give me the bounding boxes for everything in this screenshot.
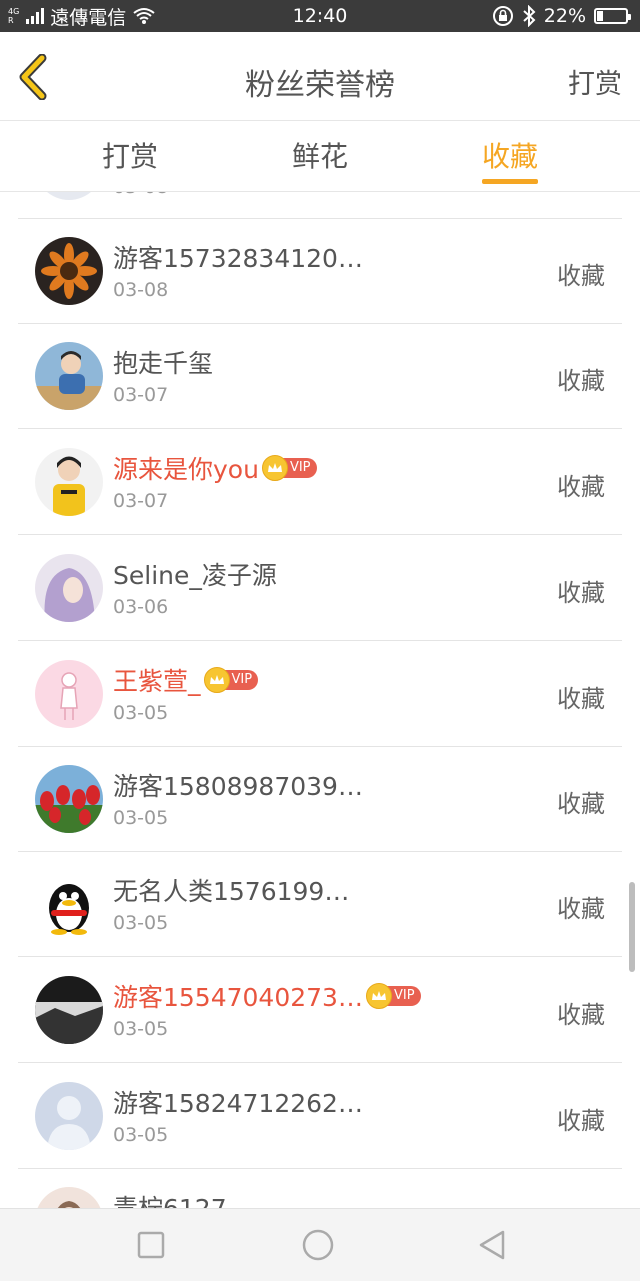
item-date: 03-05 bbox=[113, 1018, 169, 1040]
item-date: 03-06 bbox=[113, 596, 169, 618]
reward-button[interactable]: 打赏 bbox=[568, 62, 622, 101]
status-left: 4G R 遠傳電信 bbox=[8, 0, 156, 32]
item-action: 收藏 bbox=[557, 1107, 605, 1135]
item-name: 游客15547040273… VIP bbox=[113, 978, 421, 1014]
avatar bbox=[35, 1187, 103, 1208]
signal-icon bbox=[26, 8, 45, 24]
status-bar: 4G R 遠傳電信 12:40 22% bbox=[0, 0, 640, 32]
list-item[interactable]: Seline_凌子源 03-06 收藏 bbox=[18, 536, 622, 641]
back-arrow-icon[interactable] bbox=[14, 54, 54, 100]
avatar bbox=[35, 870, 103, 938]
battery-icon bbox=[594, 8, 631, 24]
item-date: 03-05 bbox=[113, 702, 169, 724]
item-name: 游客15732834120… bbox=[113, 244, 363, 273]
list-item[interactable]: 游客15808987039… 03-05 收藏 bbox=[18, 747, 622, 852]
item-name: 王紫萱_ VIP bbox=[113, 662, 259, 698]
item-name: 游客15824712262… bbox=[113, 1089, 363, 1118]
default-user-icon bbox=[35, 1082, 103, 1150]
list-item-partial-top[interactable]: 03-08 bbox=[18, 192, 622, 219]
item-action: 收藏 bbox=[557, 579, 605, 607]
recent-apps-icon[interactable] bbox=[135, 1229, 167, 1261]
battery-percent: 22% bbox=[543, 5, 586, 27]
avatar bbox=[35, 660, 103, 728]
page-title: 粉丝荣誉榜 bbox=[245, 68, 395, 103]
avatar bbox=[35, 342, 103, 410]
list-item[interactable]: 游客15547040273… VIP 03-05 收藏 bbox=[18, 958, 622, 1063]
item-name: 源来是你you VIP bbox=[113, 450, 317, 486]
roaming-label: R bbox=[8, 16, 14, 25]
rotation-lock-icon bbox=[492, 6, 513, 26]
crown-icon bbox=[203, 667, 230, 693]
item-date: 03-08 bbox=[113, 192, 168, 198]
item-date: 03-05 bbox=[113, 807, 169, 829]
home-icon[interactable] bbox=[302, 1229, 334, 1261]
tab-reward[interactable]: 打赏 bbox=[102, 135, 158, 175]
item-name: Seline_凌子源 bbox=[113, 561, 277, 590]
item-action: 收藏 bbox=[557, 790, 605, 818]
scrollbar[interactable] bbox=[629, 882, 635, 972]
top-header: 粉丝荣誉榜 打赏 bbox=[0, 32, 640, 121]
avatar bbox=[35, 554, 103, 622]
crown-icon bbox=[365, 983, 392, 1009]
avatar bbox=[35, 237, 103, 305]
bluetooth-icon bbox=[523, 5, 536, 27]
crown-icon bbox=[261, 455, 288, 481]
item-date: 03-07 bbox=[113, 384, 169, 406]
vip-badge: VIP bbox=[261, 455, 317, 481]
item-date: 03-08 bbox=[113, 279, 169, 301]
list-item[interactable]: 抱走千玺 03-07 收藏 bbox=[18, 324, 622, 429]
item-name: 无名人类1576199… bbox=[113, 877, 350, 906]
item-action: 收藏 bbox=[557, 262, 605, 290]
list-item[interactable]: 游客15732834120… 03-08 收藏 bbox=[18, 219, 622, 324]
item-action: 收藏 bbox=[557, 685, 605, 713]
avatar bbox=[35, 976, 103, 1044]
item-date: 03-05 bbox=[113, 912, 169, 934]
network-label: 4G bbox=[8, 7, 20, 16]
item-date: 03-07 bbox=[113, 490, 169, 512]
list-item[interactable]: 无名人类1576199… 03-05 收藏 bbox=[18, 852, 622, 957]
item-name: 游客15808987039… bbox=[113, 772, 363, 801]
tab-flowers[interactable]: 鲜花 bbox=[292, 135, 348, 175]
item-action: 收藏 bbox=[557, 367, 605, 395]
list-item[interactable]: 王紫萱_ VIP 03-05 收藏 bbox=[18, 642, 622, 747]
item-name: 青柠6127 bbox=[113, 1189, 227, 1208]
list-item[interactable]: 游客15824712262… 03-05 收藏 bbox=[18, 1064, 622, 1169]
tab-favorites[interactable]: 收藏 bbox=[482, 135, 538, 175]
item-action: 收藏 bbox=[557, 473, 605, 501]
tab-bar: 打赏 鲜花 收藏 bbox=[0, 121, 640, 192]
system-nav-bar bbox=[0, 1208, 640, 1281]
vip-badge: VIP bbox=[203, 667, 259, 693]
fan-list: 03-08 游客15732834120… 03-08 收藏 抱走千玺 03-07… bbox=[18, 192, 622, 1208]
list-item[interactable]: 青柠6127 bbox=[18, 1169, 622, 1208]
network-type: 4G R bbox=[8, 7, 19, 25]
avatar bbox=[35, 448, 103, 516]
avatar bbox=[35, 192, 103, 200]
wifi-icon bbox=[133, 8, 155, 24]
item-action: 收藏 bbox=[557, 1001, 605, 1029]
carrier-name: 遠傳電信 bbox=[50, 6, 127, 29]
active-tab-indicator bbox=[482, 179, 538, 184]
avatar bbox=[35, 765, 103, 833]
item-date: 03-05 bbox=[113, 1124, 169, 1146]
list-item[interactable]: 源来是你you VIP 03-07 收藏 bbox=[18, 430, 622, 535]
back-icon[interactable] bbox=[476, 1229, 508, 1261]
item-name: 抱走千玺 bbox=[113, 349, 214, 378]
vip-badge: VIP bbox=[365, 983, 421, 1009]
status-right: 22% bbox=[492, 0, 631, 32]
item-action: 收藏 bbox=[557, 895, 605, 923]
